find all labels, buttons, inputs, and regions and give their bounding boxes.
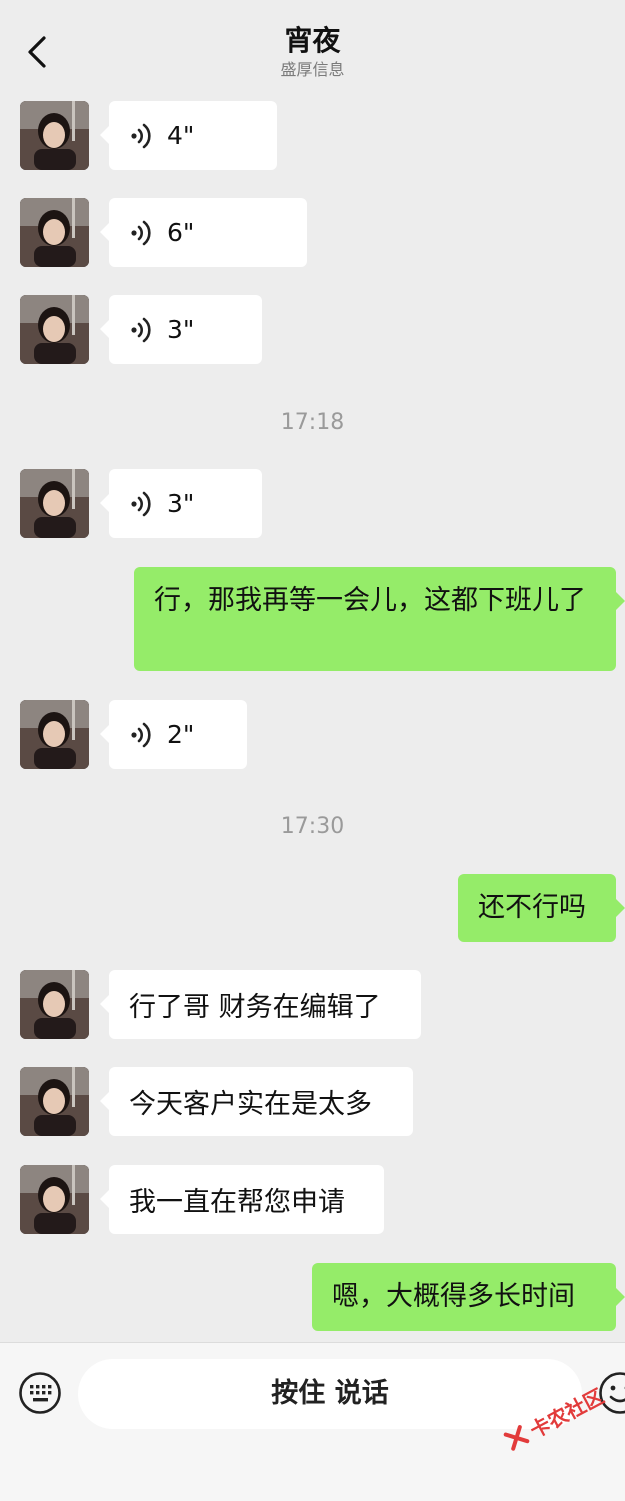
contact-avatar[interactable] — [20, 1067, 89, 1136]
chat-subtitle: 盛厚信息 — [0, 60, 625, 80]
avatar-image — [20, 1067, 89, 1136]
voice-duration: 3" — [167, 489, 194, 518]
timestamp: 17:30 — [0, 814, 625, 839]
outgoing-text-bubble[interactable]: 还不行吗 — [458, 874, 616, 942]
avatar-image — [20, 1165, 89, 1234]
avatar-image — [20, 700, 89, 769]
chat-header: 宵夜 盛厚信息 — [0, 0, 625, 90]
avatar-image — [20, 469, 89, 538]
voice-wave-icon — [129, 121, 155, 151]
voice-wave-icon — [129, 315, 155, 345]
voice-wave-icon — [129, 720, 155, 750]
avatar-image — [20, 198, 89, 267]
message-text: 行了哥 财务在编辑了 — [129, 985, 381, 1024]
incoming-text-bubble[interactable]: 我一直在帮您申请 — [109, 1165, 384, 1234]
voice-duration: 3" — [167, 315, 194, 344]
message-text: 还不行吗 — [478, 892, 586, 923]
contact-avatar[interactable] — [20, 198, 89, 267]
message-text: 今天客户实在是太多 — [129, 1082, 372, 1121]
contact-avatar[interactable] — [20, 101, 89, 170]
voice-message-bubble[interactable]: 3" — [109, 469, 262, 538]
avatar-image — [20, 970, 89, 1039]
voice-wave-icon — [129, 218, 155, 248]
voice-message-bubble[interactable]: 3" — [109, 295, 262, 364]
incoming-text-bubble[interactable]: 今天客户实在是太多 — [109, 1067, 413, 1136]
avatar-image — [20, 101, 89, 170]
voice-duration: 4" — [167, 121, 194, 150]
contact-avatar[interactable] — [20, 970, 89, 1039]
voice-message-bubble[interactable]: 4" — [109, 101, 277, 170]
outgoing-text-bubble[interactable]: 行，那我再等一会儿，这都下班儿了 — [134, 567, 616, 671]
message-text: 行，那我再等一会儿，这都下班儿了 — [154, 585, 586, 616]
message-text: 我一直在帮您申请 — [129, 1180, 345, 1219]
voice-duration: 6" — [167, 218, 194, 247]
incoming-text-bubble[interactable]: 行了哥 财务在编辑了 — [109, 970, 421, 1039]
contact-avatar[interactable] — [20, 295, 89, 364]
avatar-image — [20, 295, 89, 364]
keyboard-icon[interactable] — [18, 1371, 62, 1415]
message-text: 嗯，大概得多长时间 — [332, 1281, 575, 1312]
voice-wave-icon — [129, 489, 155, 519]
chat-title: 宵夜 — [0, 24, 625, 58]
contact-avatar[interactable] — [20, 700, 89, 769]
contact-avatar[interactable] — [20, 1165, 89, 1234]
voice-message-bubble[interactable]: 2" — [109, 700, 247, 769]
timestamp: 17:18 — [0, 410, 625, 435]
voice-message-bubble[interactable]: 6" — [109, 198, 307, 267]
contact-avatar[interactable] — [20, 469, 89, 538]
outgoing-text-bubble[interactable]: 嗯，大概得多长时间 — [312, 1263, 616, 1331]
voice-duration: 2" — [167, 720, 194, 749]
